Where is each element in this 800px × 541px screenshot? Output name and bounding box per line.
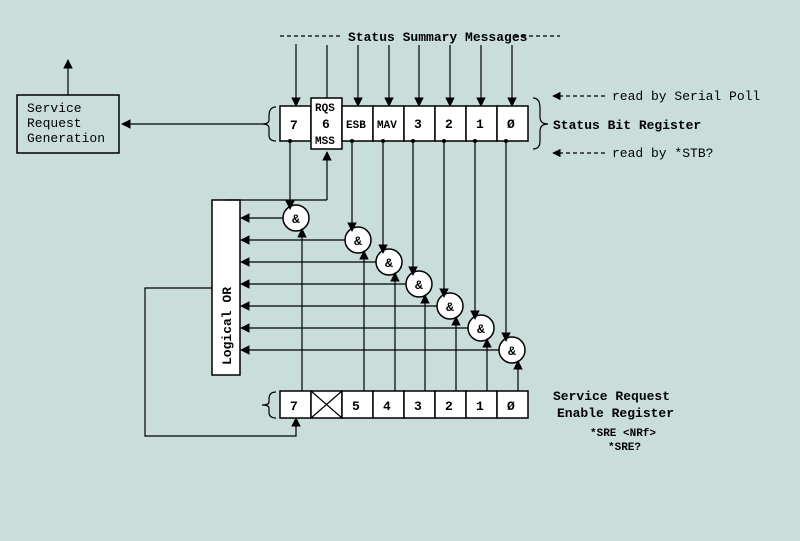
sbr-bit-6c: MSS — [315, 136, 335, 148]
sbr-label: Status Bit Register — [553, 118, 701, 133]
sre-bit-4: 4 — [383, 399, 391, 414]
read-stb: read by *STB? — [612, 146, 713, 161]
status-bit-register: 7 RQS 6 MSS ESB MAV 3 2 1 Ø — [280, 98, 528, 149]
sbr-bit-6a: RQS — [315, 103, 335, 115]
sre-label-2: Enable Register — [557, 406, 674, 421]
sbr-bit-6b: 6 — [322, 117, 330, 132]
logical-or-label: Logical OR — [220, 287, 235, 365]
enable-register: 7 5 4 3 2 1 Ø — [280, 391, 528, 418]
sre-cmd1: *SRE <NRf> — [590, 428, 656, 440]
srq-line3: Generation — [27, 131, 105, 146]
sre-bit-3: 3 — [414, 399, 422, 414]
top-arrows — [296, 44, 512, 106]
sre-cmd2: *SRE? — [608, 442, 641, 454]
sbr-bit-4: MAV — [377, 120, 397, 132]
sbr-bit-3: 3 — [414, 117, 422, 132]
sbr-bit-2: 2 — [445, 117, 453, 132]
sre-bit-7: 7 — [290, 399, 298, 414]
svg-text:&: & — [354, 234, 362, 249]
sre-bit-0: Ø — [507, 399, 515, 414]
sre-bit-5: 5 — [352, 399, 360, 414]
svg-text:&: & — [385, 256, 393, 271]
srq-line1: Service — [27, 101, 82, 116]
svg-text:&: & — [292, 212, 300, 227]
svg-text:&: & — [508, 344, 516, 359]
sre-bit-1: 1 — [476, 399, 484, 414]
read-serial-poll: read by Serial Poll — [612, 89, 760, 104]
sbr-bit-7: 7 — [290, 118, 298, 133]
srq-line2: Request — [27, 116, 82, 131]
svg-text:&: & — [477, 322, 485, 337]
title-text: Status Summary Messages — [348, 30, 528, 45]
sbr-bit-5: ESB — [346, 120, 366, 132]
status-summary-diagram: Status Summary Messages 7 RQS 6 MSS ESB … — [0, 0, 800, 537]
sre-bit-2: 2 — [445, 399, 453, 414]
svg-text:&: & — [446, 300, 454, 315]
svg-text:&: & — [415, 278, 423, 293]
sbr-bit-1: 1 — [476, 117, 484, 132]
sbr-bit-0: Ø — [507, 117, 515, 132]
sre-label-1: Service Request — [553, 389, 670, 404]
